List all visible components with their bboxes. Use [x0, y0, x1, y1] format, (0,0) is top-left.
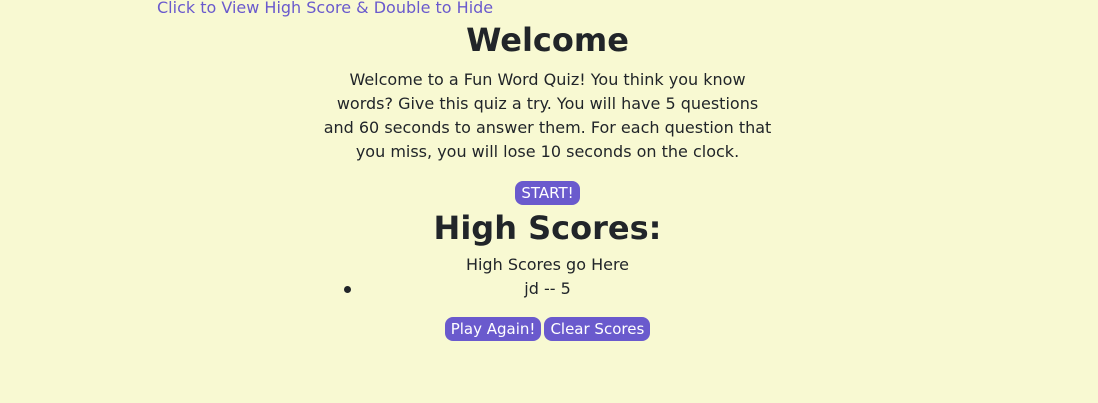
welcome-description: Welcome to a Fun Word Quiz! You think yo…	[323, 70, 772, 161]
high-scores-list: jd -- 5	[0, 277, 1095, 301]
quiz-container: Welcome Welcome to a Fun Word Quiz! You …	[0, 18, 1095, 341]
welcome-title: Welcome	[466, 21, 629, 59]
view-high-score-link[interactable]: Click to View High Score & Double to Hid…	[157, 0, 493, 17]
start-button[interactable]: START!	[515, 181, 580, 205]
list-bullet	[344, 286, 351, 293]
high-score-entry: jd -- 5	[0, 277, 1095, 301]
play-again-button[interactable]: Play Again!	[444, 317, 542, 341]
start-button-wrapper: START!	[0, 181, 1095, 205]
clear-scores-button[interactable]: Clear Scores	[544, 317, 651, 341]
high-scores-title: High Scores:	[433, 209, 662, 247]
high-scores-subtitle: High Scores go Here	[465, 255, 630, 274]
score-actions: Play Again! Clear Scores	[0, 317, 1095, 341]
high-score-entry-text: jd -- 5	[524, 279, 571, 298]
